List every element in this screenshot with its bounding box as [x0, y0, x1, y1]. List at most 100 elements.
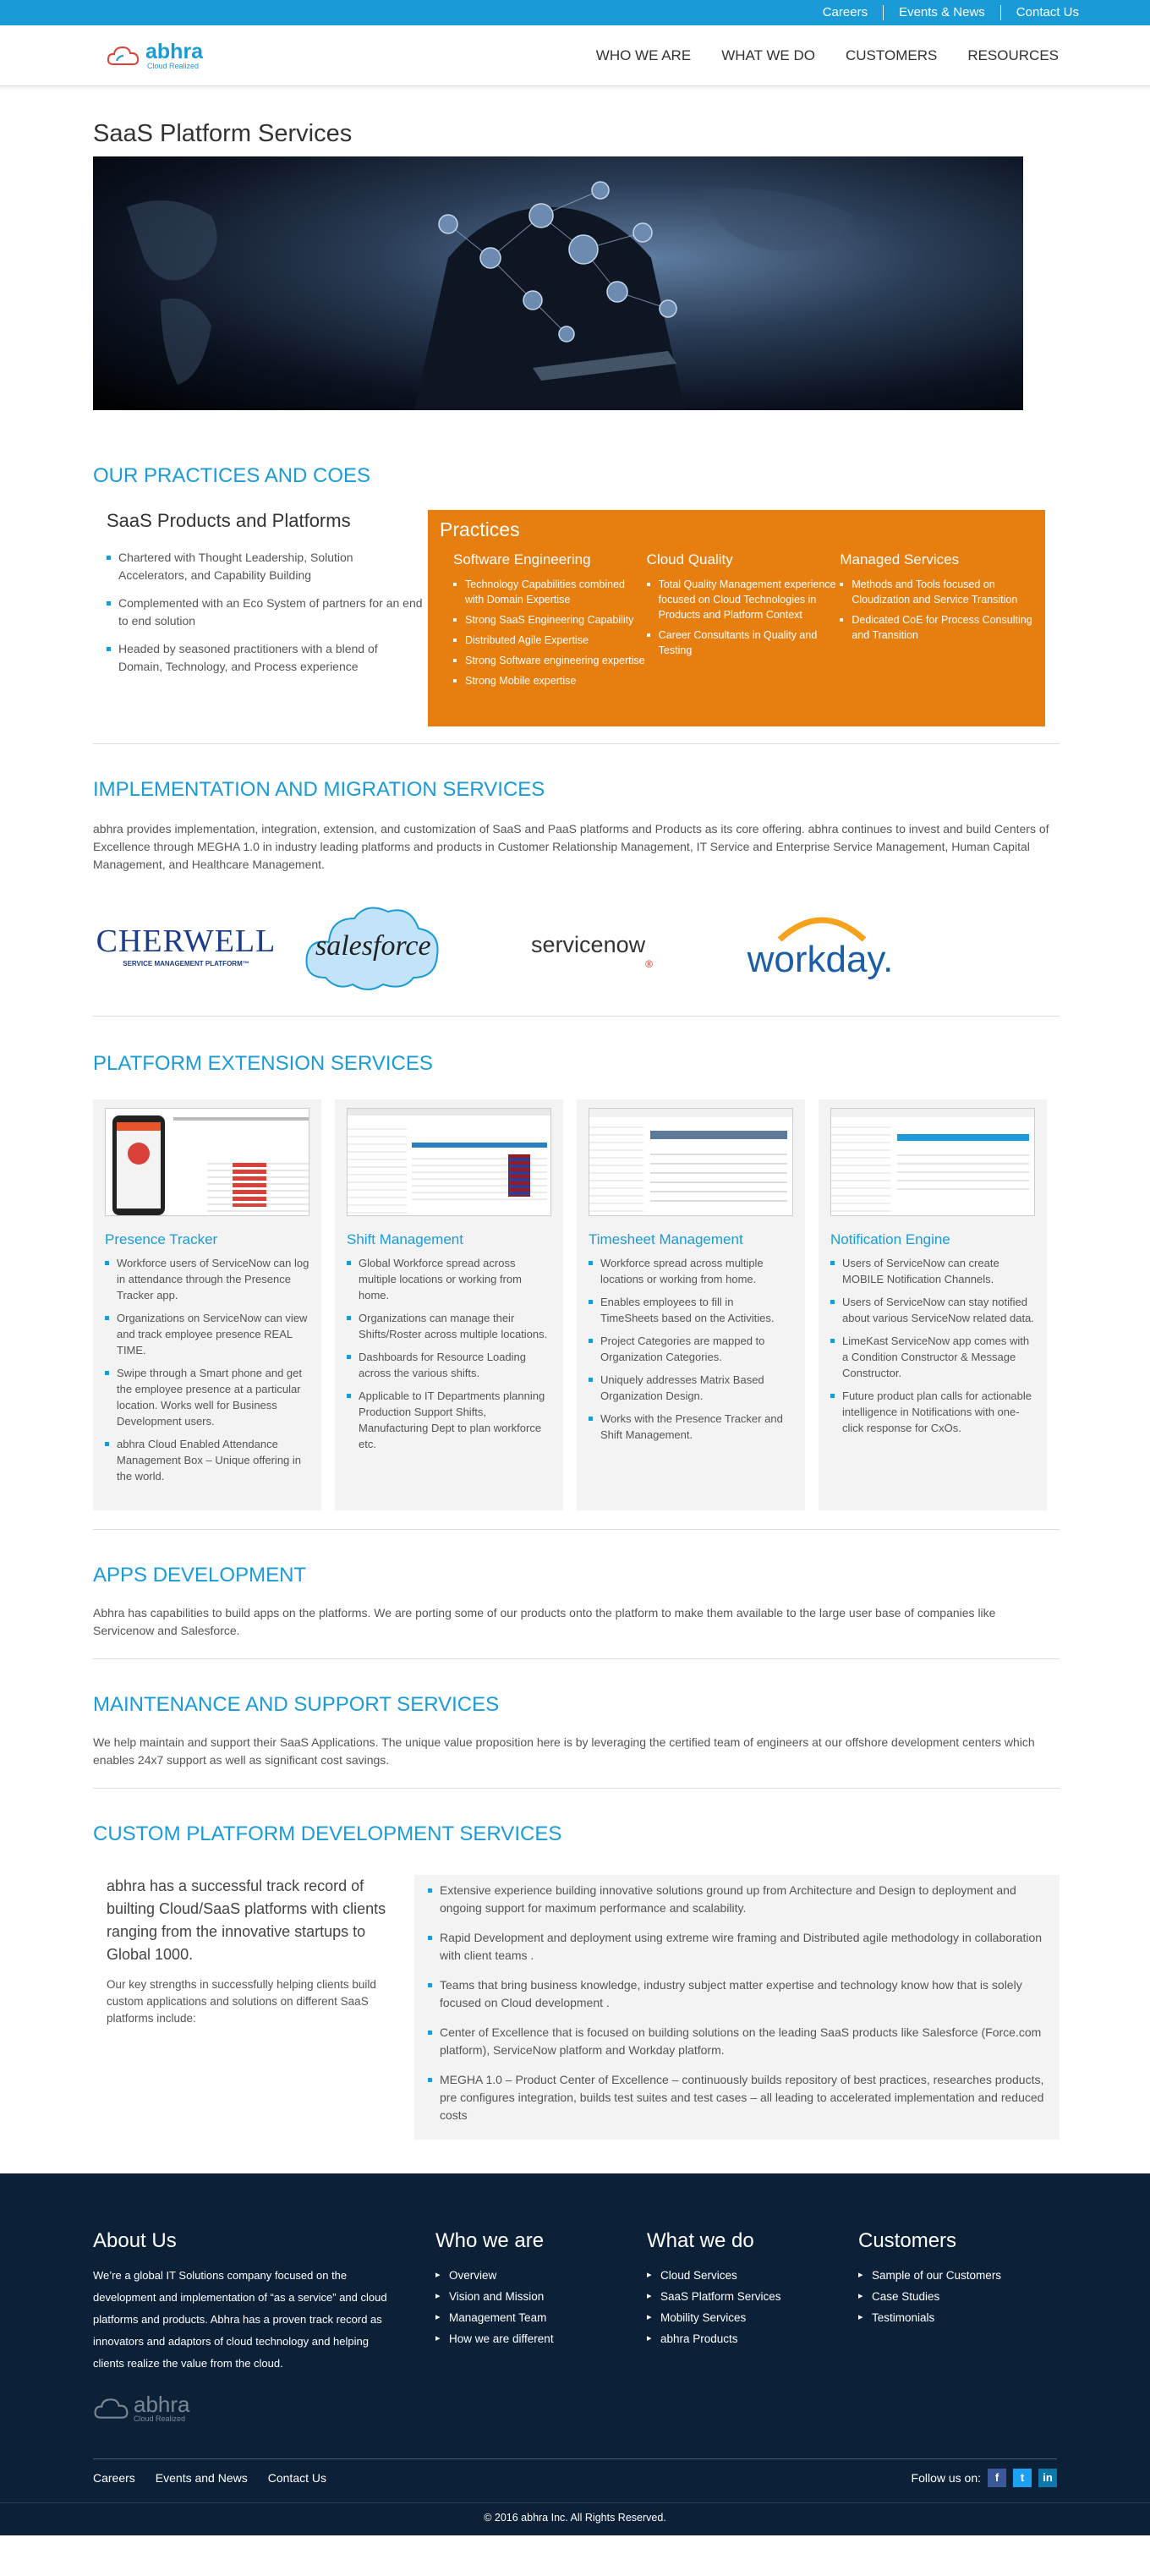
top-utility-bar: Careers Events & News Contact Us	[0, 0, 1150, 25]
copyright: © 2016 abhra Inc. All Rights Reserved.	[0, 2502, 1150, 2535]
footer-col-customers: Customers Sample of our Customers Case S…	[858, 2229, 1070, 2423]
list-item: Organizations can manage their Shifts/Ro…	[347, 1310, 551, 1342]
notification-engine-screenshot	[830, 1108, 1035, 1216]
list-item: Swipe through a Smart phone and get the …	[105, 1365, 309, 1429]
list-item: Center of Excellence that is focused on …	[428, 2024, 1046, 2059]
list-item: Enables employees to fill in TimeSheets …	[589, 1294, 793, 1326]
practice-heading: Cloud Quality	[646, 551, 733, 567]
footer-link[interactable]: Management Team	[435, 2307, 647, 2328]
top-link-contact[interactable]: Contact Us	[999, 5, 1094, 20]
footer-link[interactable]: Case Studies	[858, 2286, 1070, 2307]
list-item: Applicable to IT Departments planning Pr…	[347, 1388, 551, 1452]
footer-link-contact[interactable]: Contact Us	[268, 2471, 326, 2485]
list-item: Methods and Tools focused on Cloudizatio…	[840, 577, 1033, 607]
partner-logos: CHERWELL SERVICE MANAGEMENT PLATFORM™ sa…	[93, 894, 1060, 995]
list-item: LimeKast ServiceNow app comes with a Con…	[830, 1333, 1035, 1381]
list-item: Strong Mobile expertise	[453, 673, 647, 688]
salesforce-logo: salesforce	[279, 895, 465, 995]
linkedin-icon[interactable]: in	[1038, 2468, 1057, 2487]
footer-logo[interactable]: abhra Cloud Realized	[93, 2393, 435, 2423]
footer-link-events[interactable]: Events and News	[156, 2471, 248, 2485]
nav-who-we-are[interactable]: WHO WE ARE	[596, 47, 691, 64]
list-item: Complemented with an Eco System of partn…	[107, 595, 423, 630]
hero-banner-image	[93, 156, 1023, 410]
site-footer: About Us We’re a global IT Solutions com…	[0, 2173, 1150, 2535]
practice-heading: Managed Services	[840, 551, 960, 567]
footer-about: About Us We’re a global IT Solutions com…	[93, 2229, 435, 2423]
list-item: Technology Capabilities combined with Do…	[453, 577, 647, 607]
list-item: Users of ServiceNow can stay notified ab…	[830, 1294, 1035, 1326]
cherwell-tagline: SERVICE MANAGEMENT PLATFORM™	[123, 959, 249, 967]
cherwell-wordmark: CHERWELL	[96, 923, 277, 959]
facebook-icon[interactable]: f	[988, 2468, 1006, 2487]
list-item: Teams that bring business knowledge, ind…	[428, 1976, 1046, 2012]
card-shift-management: Shift Management Global Workforce spread…	[335, 1099, 563, 1510]
list-item: Uniquely addresses Matrix Based Organiza…	[589, 1372, 793, 1404]
card-title: Timesheet Management	[589, 1231, 743, 1247]
footer-col-title: Who we are	[435, 2229, 545, 2252]
footer-link[interactable]: Testimonials	[858, 2307, 1070, 2328]
footer-bottom-bar: Careers Events and News Contact Us Follo…	[93, 2458, 1057, 2496]
card-title: Notification Engine	[830, 1231, 950, 1247]
extension-cards: Presence Tracker Workforce users of Serv…	[93, 1099, 1060, 1510]
site-header: abhra Cloud Realized WHO WE ARE WHAT WE …	[0, 25, 1150, 86]
practice-managed-services: Managed Services Methods and Tools focus…	[840, 551, 1033, 693]
top-link-events[interactable]: Events & News	[883, 5, 1000, 20]
main-nav: WHO WE ARE WHAT WE DO CUSTOMERS RESOURCE…	[596, 47, 1059, 64]
footer-col-who-we-are: Who we are Overview Vision and Mission M…	[435, 2229, 647, 2423]
list-item: Strong SaaS Engineering Capability	[453, 612, 647, 628]
maintenance-title: MAINTENANCE AND SUPPORT SERVICES	[93, 1693, 500, 1716]
list-item: Dedicated CoE for Process Consulting and…	[840, 612, 1033, 643]
shift-management-screenshot	[347, 1108, 551, 1216]
practices-left: SaaS Products and Platforms Chartered wi…	[93, 510, 423, 726]
workday-arc-icon	[777, 917, 867, 941]
practices-box: Practices Software Engineering Technolog…	[428, 510, 1045, 726]
list-item: Rapid Development and deployment using e…	[428, 1929, 1046, 1965]
top-link-careers[interactable]: Careers	[808, 5, 883, 20]
custom-strengths: Extensive experience building innovative…	[414, 1875, 1060, 2140]
site-logo[interactable]: abhra Cloud Realized	[107, 41, 203, 70]
footer-link[interactable]: Vision and Mission	[435, 2286, 647, 2307]
custom-intro: abhra has a successful track record of b…	[93, 1875, 414, 2140]
card-timesheet-management: Timesheet Management Workforce spread ac…	[577, 1099, 805, 1510]
footer-col-what-we-do: What we do Cloud Services SaaS Platform …	[647, 2229, 858, 2423]
footer-col-title: Customers	[858, 2229, 957, 2252]
workday-wordmark: workday.	[747, 939, 894, 980]
practices-title: OUR PRACTICES AND COES	[93, 464, 371, 487]
nav-what-we-do[interactable]: WHAT WE DO	[721, 47, 815, 64]
servicenow-registered: ®	[645, 958, 653, 970]
footer-link-careers[interactable]: Careers	[93, 2471, 135, 2485]
practice-heading: Software Engineering	[453, 551, 591, 567]
footer-link[interactable]: Cloud Services	[647, 2265, 858, 2286]
card-title: Shift Management	[347, 1231, 463, 1247]
logo-name: abhra	[145, 39, 204, 63]
list-item: MEGHA 1.0 – Product Center of Excellence…	[428, 2071, 1046, 2124]
footer-logo-name: abhra	[134, 2392, 190, 2417]
practice-software-engineering: Software Engineering Technology Capabili…	[453, 551, 647, 693]
custom-sub: Our key strengths in successfully helpin…	[107, 1978, 376, 2025]
list-item: abhra Cloud Enabled Attendance Managemen…	[105, 1436, 309, 1484]
apps-title: APPS DEVELOPMENT	[93, 1564, 307, 1587]
list-item: Extensive experience building innovative…	[428, 1882, 1046, 1917]
list-item: Workforce users of ServiceNow can log in…	[105, 1255, 309, 1303]
list-item: Chartered with Thought Leadership, Solut…	[107, 549, 423, 584]
list-item: Distributed Agile Expertise	[453, 633, 647, 648]
twitter-icon[interactable]: t	[1013, 2468, 1032, 2487]
implementation-title: IMPLEMENTATION AND MIGRATION SERVICES	[93, 778, 545, 801]
footer-link[interactable]: Overview	[435, 2265, 647, 2286]
nav-resources[interactable]: RESOURCES	[967, 47, 1059, 64]
list-item: Headed by seasoned practitioners with a …	[107, 640, 423, 676]
footer-link[interactable]: SaaS Platform Services	[647, 2286, 858, 2307]
custom-lead: abhra has a successful track record of b…	[107, 1877, 386, 1963]
list-item: Future product plan calls for actionable…	[830, 1388, 1035, 1436]
footer-link[interactable]: How we are different	[435, 2328, 647, 2349]
salesforce-wordmark: salesforce	[315, 930, 431, 962]
list-item: Project Categories are mapped to Organiz…	[589, 1333, 793, 1365]
footer-link[interactable]: abhra Products	[647, 2328, 858, 2349]
footer-link[interactable]: Mobility Services	[647, 2307, 858, 2328]
footer-link[interactable]: Sample of our Customers	[858, 2265, 1070, 2286]
saas-heading: SaaS Products and Platforms	[107, 510, 351, 531]
footer-about-text: We’re a global IT Solutions company focu…	[93, 2269, 387, 2370]
logo-tagline: Cloud Realized	[147, 61, 200, 70]
nav-customers[interactable]: CUSTOMERS	[846, 47, 937, 64]
